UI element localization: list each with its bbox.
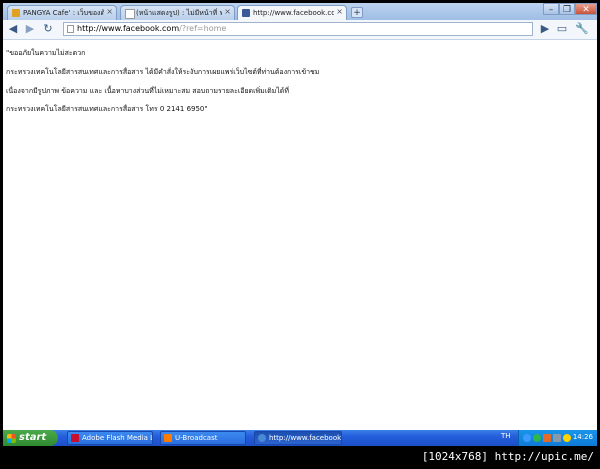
watermark: [1024x768] http://upic.me/ xyxy=(421,450,594,463)
page-content: "ขออภัยในความไม่สะดวก กระทรวงเทคโนโลยีสา… xyxy=(3,40,597,430)
tab-image-page[interactable]: (หน้าแสดงรูป) : ไม่มีหน้าที่ ฟ... × xyxy=(120,5,235,20)
taskbar: start Adobe Flash Media Li... U-Broadcas… xyxy=(3,430,597,446)
forward-icon[interactable]: ▶ xyxy=(23,22,37,36)
volume-icon[interactable] xyxy=(553,434,561,442)
tab-label: (หน้าแสดงรูป) : ไม่มีหน้าที่ ฟ... xyxy=(136,9,222,17)
windows-logo-icon xyxy=(7,434,16,443)
taskbar-item-label: http://www.facebook... xyxy=(269,434,342,442)
tab-close-icon[interactable]: × xyxy=(224,7,231,17)
taskbar-item-label: U-Broadcast xyxy=(175,434,218,442)
reload-icon[interactable]: ↻ xyxy=(41,22,55,36)
tab-label: http://www.facebook.com/... xyxy=(253,9,334,17)
u-broadcast-icon xyxy=(164,434,172,442)
tab-close-icon[interactable]: × xyxy=(106,7,113,17)
tray-icon[interactable] xyxy=(563,434,571,442)
taskbar-item-u-broadcast[interactable]: U-Broadcast xyxy=(160,431,246,445)
language-indicator[interactable]: TH xyxy=(501,432,511,440)
taskbar-item-label: Adobe Flash Media Li... xyxy=(82,434,152,442)
security-icon[interactable] xyxy=(533,434,541,442)
page-menu-icon[interactable]: ▭ xyxy=(555,22,569,36)
close-button[interactable]: ✕ xyxy=(575,3,597,15)
toolbar: ◀ ▶ ↻ http://www.facebook.com/?ref=home … xyxy=(3,20,597,40)
play-icon[interactable]: ▶ xyxy=(538,22,552,36)
minimize-button[interactable]: – xyxy=(543,3,559,15)
tab-strip: PANGYA Cafe' : เว็บของด้าน... × (หน้าแสด… xyxy=(3,3,597,20)
tab-favicon-icon xyxy=(125,9,135,19)
taskbar-item-flash-media[interactable]: Adobe Flash Media Li... xyxy=(67,431,153,445)
network-icon[interactable] xyxy=(523,434,531,442)
tab-close-icon[interactable]: × xyxy=(336,7,343,17)
taskbar-item-browser[interactable]: http://www.facebook... xyxy=(254,431,342,445)
tab-favicon-icon xyxy=(12,9,20,17)
tab-facebook[interactable]: http://www.facebook.com/... × xyxy=(237,5,347,20)
flash-media-icon xyxy=(71,434,79,442)
page-icon xyxy=(67,25,74,33)
back-icon[interactable]: ◀ xyxy=(6,22,20,36)
address-bar[interactable]: http://www.facebook.com/?ref=home xyxy=(63,22,533,36)
chrome-icon xyxy=(258,434,266,442)
restore-button[interactable]: ❐ xyxy=(559,3,575,15)
message-line: กระทรวงเทคโนโลยีสารสนเทศและการสื่อสาร โท… xyxy=(6,105,208,113)
app-tray-icon[interactable] xyxy=(543,434,551,442)
message-line: กระทรวงเทคโนโลยีสารสนเทศและการสื่อสาร ได… xyxy=(6,68,320,76)
system-tray: TH 14:26 xyxy=(501,430,597,446)
start-label: start xyxy=(19,432,47,443)
message-line: เนื่องจากมีรูปภาพ ข้อความ และ เนื้อหาบาง… xyxy=(6,87,289,95)
screen: PANGYA Cafe' : เว็บของด้าน... × (หน้าแสด… xyxy=(3,3,597,446)
start-button[interactable]: start xyxy=(3,430,58,446)
wrench-icon[interactable]: 🔧 xyxy=(575,22,589,36)
tab-label: PANGYA Cafe' : เว็บของด้าน... xyxy=(23,9,104,17)
message-line: "ขออภัยในความไม่สะดวก xyxy=(6,49,86,57)
clock: 14:26 xyxy=(572,433,593,441)
tab-favicon-icon xyxy=(242,9,250,17)
new-tab-button[interactable]: + xyxy=(351,7,363,18)
window-controls: – ❐ ✕ xyxy=(543,3,597,16)
tab-pangya[interactable]: PANGYA Cafe' : เว็บของด้าน... × xyxy=(7,5,117,20)
address-url: http://www.facebook.com/?ref=home xyxy=(77,24,227,33)
